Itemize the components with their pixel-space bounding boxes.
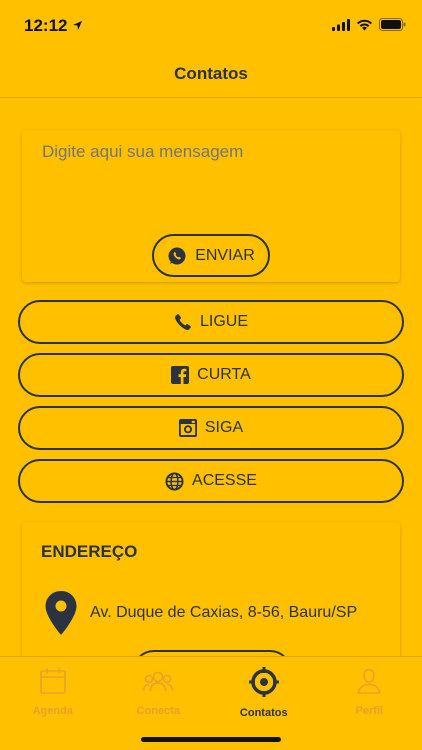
send-button[interactable]: ENVIAR: [152, 234, 270, 277]
call-button[interactable]: LIGUE: [18, 300, 404, 344]
status-time: 12:12: [24, 16, 83, 36]
message-card: ENVIAR: [22, 130, 400, 282]
send-button-label: ENVIAR: [195, 246, 255, 264]
visit-button[interactable]: ACESSE: [18, 459, 404, 503]
message-input[interactable]: [42, 142, 384, 162]
signal-icon: [332, 18, 350, 36]
location-arrow-icon: [72, 16, 83, 36]
like-button-label: CURTA: [197, 366, 251, 383]
like-button[interactable]: CURTA: [18, 353, 404, 397]
calendar-icon: [39, 667, 67, 700]
address-card: ENDEREÇO Av. Duque de Caxias, 8-56, Baur…: [22, 522, 400, 662]
globe-icon: [165, 471, 184, 491]
address-title: ENDEREÇO: [41, 542, 138, 561]
nav-header: Contatos: [0, 50, 422, 98]
visit-button-label: ACESSE: [192, 472, 257, 489]
call-button-label: LIGUE: [199, 313, 248, 330]
battery-icon: [379, 18, 406, 36]
person-icon: [355, 667, 383, 700]
facebook-icon: [171, 366, 190, 384]
page-title: Contatos: [174, 63, 248, 83]
status-bar: 12:12: [0, 0, 422, 50]
tab-bar: Agenda Conecta Contatos Perfil: [0, 656, 422, 750]
status-time-text: 12:12: [24, 16, 68, 35]
home-indicator: [141, 737, 281, 742]
tab-agenda[interactable]: Agenda: [0, 657, 106, 750]
phone-icon: [174, 313, 192, 331]
follow-button[interactable]: SIGA: [18, 406, 404, 450]
wifi-icon: [356, 18, 373, 36]
tab-conecta-label: Conecta: [136, 705, 180, 717]
address-text: Av. Duque de Caxias, 8-56, Bauru/SP: [90, 604, 358, 621]
tab-agenda-label: Agenda: [32, 705, 73, 717]
tab-contatos-label: Contatos: [239, 707, 288, 719]
map-pin-icon: [44, 590, 78, 641]
compass-icon: [248, 667, 279, 702]
tab-perfil-label: Perfil: [355, 705, 383, 717]
instagram-icon: [178, 419, 197, 437]
follow-button-label: SIGA: [204, 419, 244, 436]
tab-perfil[interactable]: Perfil: [317, 657, 422, 750]
whatsapp-icon: [167, 246, 187, 266]
people-icon: [142, 667, 174, 700]
status-icons: [332, 18, 406, 36]
